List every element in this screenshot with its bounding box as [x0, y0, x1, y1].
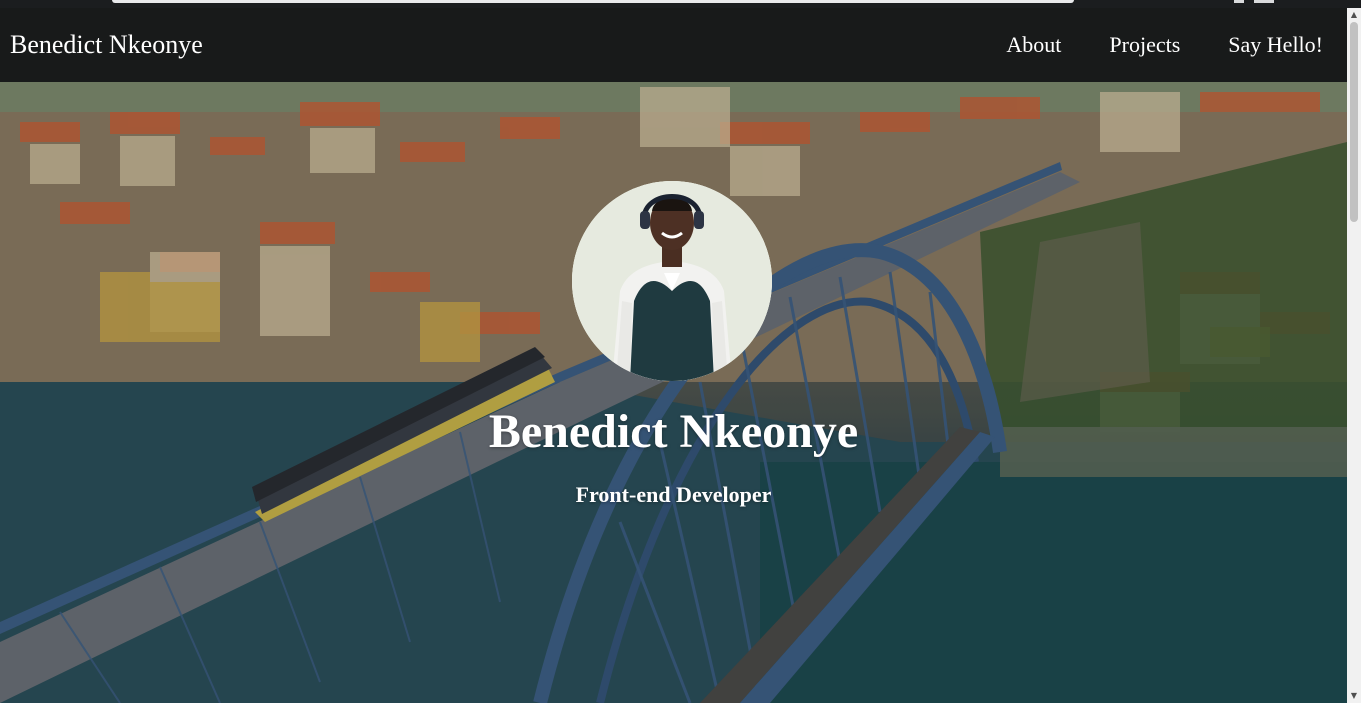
navbar: Benedict Nkeonye About Projects Say Hell…: [0, 8, 1347, 82]
hero-section: Benedict Nkeonye Front-end Developer: [0, 82, 1347, 703]
page-scrollbar[interactable]: ▲ ▼: [1347, 8, 1361, 703]
address-bar[interactable]: [112, 0, 1074, 3]
hero-role: Front-end Developer: [575, 482, 772, 507]
browser-chrome-strip: [0, 0, 1361, 8]
hero-overlay: [0, 82, 1347, 703]
scrollbar-thumb[interactable]: [1350, 22, 1358, 222]
up-arrow-icon[interactable]: ▲: [1347, 8, 1361, 22]
nav-link-say-hello[interactable]: Say Hello!: [1228, 32, 1323, 58]
nav-link-projects[interactable]: Projects: [1109, 32, 1180, 58]
profile-photo: [572, 181, 772, 381]
nav-links: About Projects Say Hello!: [958, 32, 1323, 58]
browser-control[interactable]: [1234, 0, 1244, 3]
browser-control[interactable]: [1254, 0, 1274, 3]
brand-link[interactable]: Benedict Nkeonye: [10, 30, 203, 60]
hero-name: Benedict Nkeonye: [488, 405, 859, 458]
nav-link-about[interactable]: About: [1006, 32, 1061, 58]
down-arrow-icon[interactable]: ▼: [1347, 689, 1361, 703]
